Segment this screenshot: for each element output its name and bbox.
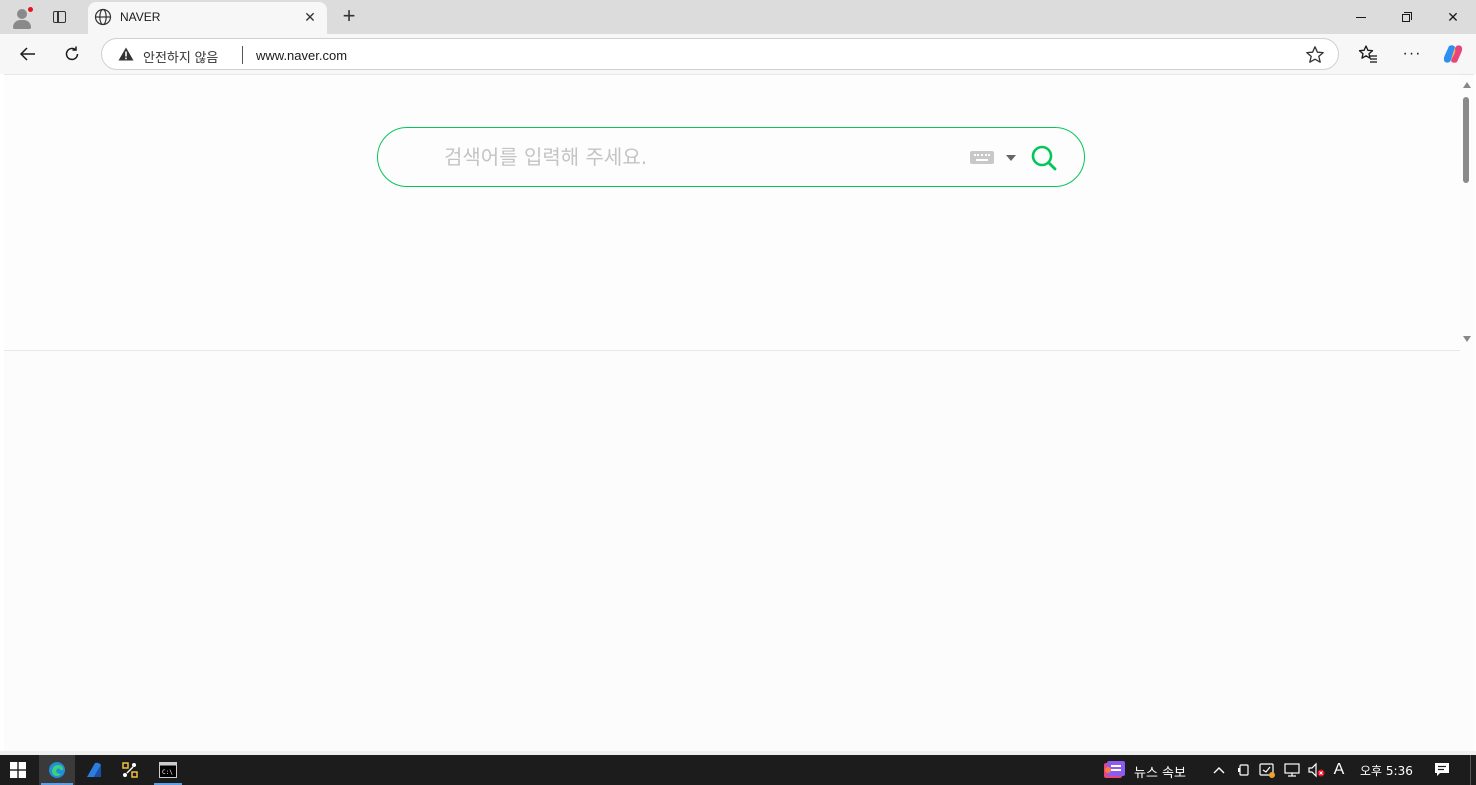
notification-center-icon[interactable] <box>1433 761 1451 779</box>
keyboard-dropdown-icon[interactable] <box>1006 155 1016 161</box>
tab-title: NAVER <box>120 10 161 24</box>
minimize-button[interactable] <box>1338 0 1384 34</box>
keyboard-icon[interactable] <box>970 151 994 164</box>
windows-taskbar: C:\ 뉴스 속보 A 오후 5:36 <box>0 755 1476 785</box>
reload-icon <box>65 46 79 61</box>
blue-app-icon <box>87 762 101 777</box>
restore-button[interactable] <box>1384 0 1430 34</box>
new-tab-button[interactable]: + <box>338 5 360 27</box>
windows-logo-icon <box>10 762 26 778</box>
restore-icon <box>1402 12 1412 22</box>
favorites-list-icon <box>1358 45 1377 63</box>
volume-muted-icon[interactable] <box>1306 761 1326 779</box>
svg-text:C:\: C:\ <box>162 769 173 776</box>
reload-button[interactable] <box>59 41 85 67</box>
address-bar[interactable]: 안전하지 않음 www.naver.com <box>101 38 1339 70</box>
minimize-icon <box>1356 16 1366 18</box>
naver-search-box[interactable] <box>377 127 1085 187</box>
command-prompt-icon: C:\ <box>159 762 177 778</box>
scroll-up-arrow-icon[interactable] <box>1463 82 1471 88</box>
close-window-button[interactable]: ✕ <box>1430 0 1476 34</box>
tray-device-icon[interactable] <box>1235 761 1253 779</box>
scroll-down-arrow-icon[interactable] <box>1463 336 1471 342</box>
naver-header-area <box>4 75 1460 351</box>
tray-overflow-chevron-icon[interactable] <box>1211 761 1227 779</box>
globe-icon <box>94 8 112 26</box>
url-text[interactable]: www.naver.com <box>256 48 347 63</box>
edge-icon <box>49 762 65 778</box>
tab-naver[interactable]: NAVER ✕ <box>88 2 327 34</box>
security-status-label[interactable]: 안전하지 않음 <box>143 47 218 66</box>
profile-avatar-icon[interactable] <box>10 6 34 30</box>
warning-icon[interactable] <box>118 47 134 61</box>
tab-close-icon[interactable]: ✕ <box>302 9 318 25</box>
tab-actions-icon[interactable] <box>50 8 68 26</box>
taskbar-clock[interactable]: 오후 5:36 <box>1360 762 1413 779</box>
copilot-icon <box>1443 45 1463 63</box>
show-desktop-button[interactable] <box>1470 755 1471 785</box>
taskbar-app-utility[interactable] <box>112 755 148 785</box>
add-favorite-star-icon[interactable] <box>1305 45 1325 65</box>
network-icon[interactable] <box>1283 761 1301 779</box>
settings-more-button[interactable]: ··· <box>1401 43 1423 65</box>
copilot-button[interactable] <box>1442 43 1464 65</box>
address-separator <box>242 46 243 64</box>
taskbar-edge-app[interactable] <box>39 755 75 785</box>
browser-toolbar: 안전하지 않음 www.naver.com ··· <box>0 34 1476 74</box>
news-widget-label[interactable]: 뉴스 속보 <box>1134 762 1186 781</box>
tray-security-icon[interactable] <box>1258 761 1276 779</box>
favorites-button[interactable] <box>1357 43 1379 65</box>
taskbar-app-blue[interactable] <box>76 755 112 785</box>
news-widget-icon[interactable] <box>1102 759 1126 781</box>
input-method-indicator[interactable]: A <box>1330 761 1348 779</box>
utility-app-icon <box>122 762 138 778</box>
notification-dot <box>27 6 34 13</box>
taskbar-cmd-app[interactable]: C:\ <box>150 755 186 785</box>
scroll-thumb[interactable] <box>1463 97 1469 183</box>
browser-tab-bar: NAVER ✕ + ✕ <box>0 0 1476 34</box>
back-arrow-icon <box>19 47 35 61</box>
back-button[interactable] <box>15 41 41 67</box>
vertical-scrollbar[interactable] <box>1460 75 1474 752</box>
search-input[interactable] <box>444 142 944 172</box>
search-button-icon[interactable] <box>1030 144 1058 172</box>
start-button[interactable] <box>0 755 36 785</box>
page-viewport <box>4 74 1474 752</box>
